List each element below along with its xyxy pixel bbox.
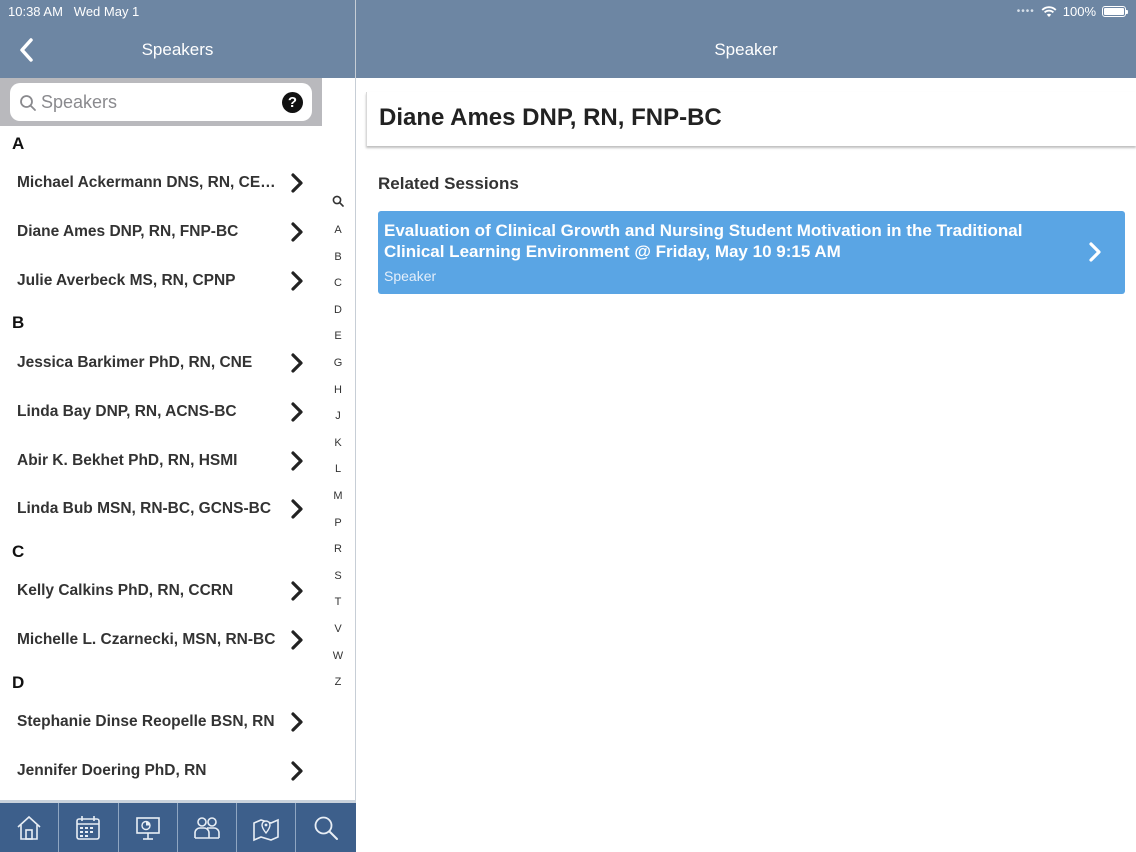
speaker-row[interactable]: Michelle L. Czarnecki, MSN, RN-BC [0, 617, 320, 665]
index-letter-h[interactable]: H [328, 384, 348, 396]
tab-speakers[interactable] [178, 803, 238, 852]
speaker-name: Linda Bub MSN, RN-BC, GCNS-BC [17, 500, 272, 517]
chevron-right-icon [291, 402, 303, 422]
index-letter-g[interactable]: G [328, 357, 348, 369]
tab-maps[interactable] [237, 803, 297, 852]
chevron-right-icon [291, 451, 303, 471]
chevron-right-icon [291, 630, 303, 650]
speaker-name: Michael Ackermann DNS, RN, CE… [17, 174, 276, 191]
section-header-c: C [12, 542, 25, 561]
speaker-name: Julie Averbeck MS, RN, CPNP [17, 272, 236, 289]
index-letter-d[interactable]: D [328, 304, 348, 316]
index-letter-t[interactable]: T [328, 596, 348, 608]
index-letter-m[interactable]: M [328, 490, 348, 502]
speaker-name: Linda Bay DNP, RN, ACNS-BC [17, 403, 237, 420]
speaker-name: Michelle L. Czarnecki, MSN, RN-BC [17, 631, 276, 648]
calendar-icon [76, 815, 101, 840]
chevron-right-icon [1089, 242, 1101, 262]
battery-percent: 100% [1062, 4, 1096, 19]
chevron-right-icon [291, 353, 303, 373]
index-letter-w[interactable]: W [328, 650, 348, 662]
speaker-name: Stephanie Dinse Reopelle BSN, RN [17, 713, 275, 730]
top-navigation-bar: 10:38 AM Wed May 1 •••• 100% Speakers Sp… [0, 0, 1136, 78]
index-letter-r[interactable]: R [328, 543, 348, 555]
chevron-right-icon [291, 222, 303, 242]
speaker-name: Diane Ames DNP, RN, FNP-BC [17, 223, 239, 240]
status-indicators: •••• 100% [1016, 4, 1128, 19]
speaker-name: Jessica Barkimer PhD, RN, CNE [17, 354, 253, 371]
app-root: 10:38 AM Wed May 1 •••• 100% Speakers Sp… [0, 0, 1136, 852]
section-header-b: B [12, 313, 25, 332]
bottom-tab-bar [0, 800, 356, 852]
speaker-row[interactable]: Kelly Calkins PhD, RN, CCRN [0, 568, 320, 616]
speaker-row[interactable]: Abir K. Bekhet PhD, RN, HSMI [0, 438, 320, 486]
speaker-name: Kelly Calkins PhD, RN, CCRN [17, 582, 234, 599]
index-letter-c[interactable]: C [328, 277, 348, 289]
index-letter-s[interactable]: S [328, 570, 348, 582]
section-header-d: D [12, 673, 25, 692]
index-letter-k[interactable]: K [328, 437, 348, 449]
speaker-row[interactable]: Jessica Barkimer PhD, RN, CNE [0, 340, 320, 388]
wifi-icon [1041, 5, 1057, 17]
speaker-row[interactable]: Stephanie Dinse Reopelle BSN, RN [0, 699, 320, 747]
index-letter-b[interactable]: B [328, 251, 348, 263]
tab-schedule[interactable] [59, 803, 119, 852]
home-icon [17, 815, 41, 840]
index-letter-l[interactable]: L [328, 463, 348, 475]
index-search-icon[interactable] [332, 195, 344, 207]
index-letter-p[interactable]: P [328, 517, 348, 529]
chevron-right-icon [291, 173, 303, 193]
chevron-right-icon [291, 499, 303, 519]
help-icon[interactable]: ? [282, 92, 303, 113]
signal-icon: •••• [1016, 6, 1035, 17]
split-divider [355, 0, 356, 852]
presentation-icon [135, 816, 160, 840]
speaker-row[interactable]: Diane Ames DNP, RN, FNP-BC [0, 209, 320, 257]
speaker-nav-title: Speaker [714, 40, 778, 59]
search-box: ? [10, 83, 312, 121]
chevron-right-icon [291, 761, 303, 781]
speaker-row[interactable]: Julie Averbeck MS, RN, CPNP [0, 258, 320, 306]
speaker-row[interactable]: Linda Bub MSN, RN-BC, GCNS-BC [0, 486, 320, 534]
speaker-row[interactable]: Michael Ackermann DNS, RN, CE… [0, 160, 320, 208]
battery-icon [1102, 6, 1128, 17]
chevron-right-icon [291, 271, 303, 291]
tab-home[interactable] [0, 803, 60, 852]
speakers-list-panel: ? A Michael Ackermann DNS, RN, CE… Diane A… [0, 78, 355, 800]
people-icon [194, 816, 220, 839]
status-date: Wed May 1 [73, 4, 140, 19]
speakers-nav-title: Speakers [141, 40, 214, 59]
speaker-name: Jennifer Doering PhD, RN [17, 762, 207, 779]
speaker-name: Abir K. Bekhet PhD, RN, HSMI [17, 452, 238, 469]
index-letter-z[interactable]: Z [328, 676, 348, 688]
session-card[interactable]: Evaluation of Clinical Growth and Nursin… [378, 211, 1125, 294]
related-sessions-heading: Related Sessions [378, 174, 519, 193]
search-input[interactable] [41, 90, 271, 114]
status-time: 10:38 AM Wed May 1 [8, 4, 140, 19]
speaker-name-title: Diane Ames DNP, RN, FNP-BC [379, 104, 722, 131]
search-icon [314, 816, 339, 840]
chevron-right-icon [291, 581, 303, 601]
tab-sessions[interactable] [119, 803, 178, 852]
search-icon [20, 95, 36, 111]
speaker-row[interactable]: Jennifer Doering PhD, RN [0, 748, 320, 796]
index-letter-j[interactable]: J [328, 410, 348, 422]
index-letter-e[interactable]: E [328, 330, 348, 342]
index-letter-a[interactable]: A [328, 224, 348, 236]
section-header-a: A [12, 134, 25, 153]
session-role: Speaker [384, 268, 437, 284]
search-bar: ? [0, 78, 322, 126]
chevron-right-icon [291, 712, 303, 732]
session-title: Evaluation of Clinical Growth and Nursin… [384, 221, 1023, 261]
tab-search[interactable] [296, 803, 355, 852]
speaker-detail-header: Diane Ames DNP, RN, FNP-BC [366, 92, 1136, 146]
map-icon [253, 818, 280, 841]
speaker-row[interactable]: Linda Bay DNP, RN, ACNS-BC [0, 389, 320, 437]
index-letter-v[interactable]: V [328, 623, 348, 635]
